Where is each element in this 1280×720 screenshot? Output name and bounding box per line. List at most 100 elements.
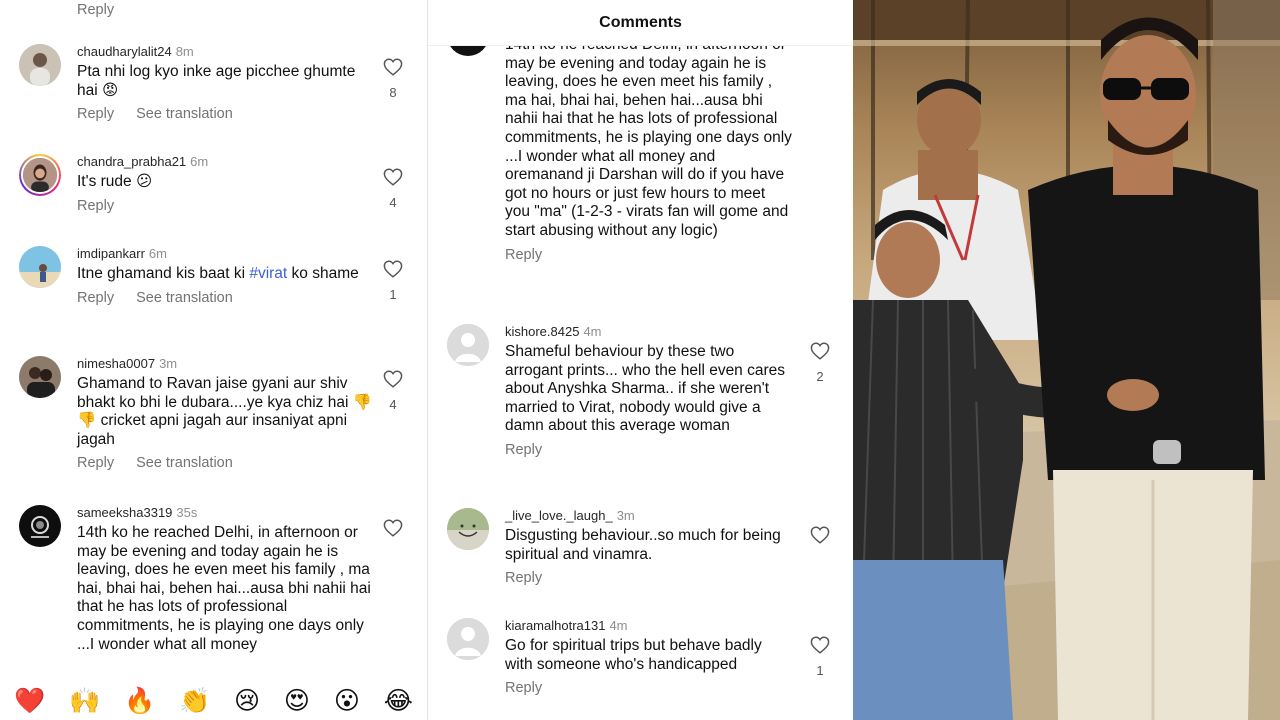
emoji-crying[interactable]: 😢	[234, 686, 260, 716]
heart-icon[interactable]	[383, 168, 403, 186]
avatar[interactable]	[447, 324, 489, 366]
page-title: Comments	[599, 14, 682, 31]
comments-header: Comments	[428, 0, 853, 46]
comment-username[interactable]: kiaramalhotra131	[505, 618, 605, 633]
comment-text: Disgusting behaviour..so much for being …	[505, 527, 781, 563]
comment-time: 3m	[616, 508, 635, 523]
comment-header: imdipankarr 6m	[77, 246, 373, 262]
comment-text: Ghamand to Ravan jaise gyani aur shiv bh…	[77, 375, 373, 448]
avatar[interactable]	[19, 356, 61, 398]
like-control: 8	[383, 58, 403, 100]
see-translation-button[interactable]: See translation	[136, 106, 233, 122]
comment-actions: Reply	[77, 197, 373, 215]
reply-button[interactable]: Reply	[505, 442, 542, 458]
see-translation-button[interactable]: See translation	[136, 455, 233, 471]
comments-panel-left: Reply chaudharylalit24 8m Pta nhi log kyo…	[0, 0, 425, 720]
comment-username[interactable]: imdipankarr	[77, 246, 145, 261]
comment-text: Shameful behaviour by these two arrogant…	[505, 343, 786, 435]
comment-time: 35s	[176, 505, 198, 520]
comment-text-part: ko shame	[287, 265, 359, 282]
comments-panel-middle: Comments 14th ko he reached Delhi, in af…	[427, 0, 853, 720]
emoji-heart[interactable]: ❤️	[14, 686, 45, 716]
like-count: 4	[389, 195, 397, 210]
comment-header: _live_love._laugh_ 3m	[505, 508, 793, 524]
heart-icon[interactable]	[810, 526, 830, 544]
comment-body: chaudharylalit24 8m Pta nhi log kyo inke …	[77, 44, 373, 123]
like-control	[810, 526, 830, 544]
avatar[interactable]	[19, 246, 61, 288]
avatar[interactable]	[19, 505, 61, 547]
reply-button[interactable]: Reply	[505, 680, 542, 696]
see-translation-button[interactable]: See translation	[136, 290, 233, 306]
reply-button[interactable]: Reply	[505, 570, 542, 586]
comment-time: 4m	[583, 324, 602, 339]
reply-button[interactable]: Reply	[77, 106, 114, 122]
comment-time: 6m	[190, 154, 209, 169]
comment-time: 3m	[159, 356, 178, 371]
comment-actions: Reply See translation	[77, 454, 373, 472]
emoji-fire[interactable]: 🔥	[124, 686, 155, 716]
hashtag-link[interactable]: #virat	[249, 265, 287, 282]
comment-body: kishore.8425 4m Shameful behaviour by the…	[505, 324, 793, 459]
comment-time: 8m	[175, 44, 194, 59]
comment-header: nimesha0007 3m	[77, 356, 373, 372]
emoji-clapping[interactable]: 👏	[179, 686, 210, 716]
like-count: 8	[389, 85, 397, 100]
avatar[interactable]	[19, 44, 61, 86]
reply-button[interactable]: Reply	[77, 455, 114, 471]
comment-actions: Reply	[505, 679, 793, 697]
comment-username[interactable]: kishore.8425	[505, 324, 579, 339]
like-count: 2	[816, 369, 824, 384]
default-avatar-icon	[447, 618, 489, 660]
comment-text: Pta nhi log kyo inke age picchee ghumte …	[77, 63, 356, 99]
comment-header: sameeksha3319 35s	[77, 505, 373, 521]
reply-button[interactable]: Reply	[505, 247, 542, 263]
reply-button[interactable]: Reply	[77, 198, 114, 214]
emoji-reaction-bar: ❤️ 🙌 🔥 👏 😢 😍 😮 😂	[0, 682, 425, 720]
comment-text: It's rude 😕	[77, 173, 153, 190]
like-count: 1	[816, 663, 824, 678]
avatar[interactable]	[19, 154, 61, 196]
comment-text-part: Itne ghamand kis baat ki	[77, 265, 250, 282]
heart-icon[interactable]	[810, 636, 830, 654]
avatar[interactable]	[447, 618, 489, 660]
comment-actions: Reply	[505, 441, 793, 459]
comment-header: chandra_prabha21 6m	[77, 154, 373, 170]
heart-icon[interactable]	[383, 260, 403, 278]
heart-icon[interactable]	[810, 342, 830, 360]
comment-body: kiaramalhotra131 4m Go for spiritual trip…	[505, 618, 793, 697]
comment-username[interactable]: sameeksha3319	[77, 505, 172, 520]
comment-text: Go for spiritual trips but behave badly …	[505, 637, 762, 673]
comment-body: chandra_prabha21 6m It's rude 😕 Reply	[77, 154, 373, 215]
comment-username[interactable]: chandra_prabha21	[77, 154, 186, 169]
comment-body: nimesha0007 3m Ghamand to Ravan jaise gya…	[77, 356, 373, 472]
like-control: 4	[383, 168, 403, 210]
airport-photo	[853, 0, 1280, 720]
heart-icon[interactable]	[383, 370, 403, 388]
comment-header: kishore.8425 4m	[505, 324, 793, 340]
comment-text: Itne ghamand kis baat ki #virat ko shame	[77, 265, 373, 284]
comment-body: imdipankarr 6m Itne ghamand kis baat ki #…	[77, 246, 373, 307]
reply-button[interactable]: Reply	[77, 2, 114, 18]
emoji-heart-eyes[interactable]: 😍	[284, 686, 310, 716]
avatar-photo	[23, 158, 57, 192]
heart-icon[interactable]	[383, 58, 403, 76]
avatar[interactable]	[447, 508, 489, 550]
like-count: 4	[389, 397, 397, 412]
comment-text: 14th ko he reached Delhi, in afternoon o…	[505, 36, 792, 239]
emoji-laughing[interactable]: 😂	[384, 686, 413, 716]
comment-text: 14th ko he reached Delhi, in afternoon o…	[77, 524, 371, 653]
comment-username[interactable]: chaudharylalit24	[77, 44, 172, 59]
comment-username[interactable]: nimesha0007	[77, 356, 155, 371]
emoji-raising-hands[interactable]: 🙌	[69, 686, 100, 716]
comment-body: _live_love._laugh_ 3m Disgusting behaviou…	[505, 508, 793, 587]
heart-icon[interactable]	[383, 519, 403, 537]
photo-illustration	[853, 0, 1280, 720]
like-control: 1	[810, 636, 830, 678]
avatar-photo	[19, 505, 61, 547]
like-control: 2	[810, 342, 830, 384]
comment-actions: Reply	[505, 569, 793, 587]
reply-button[interactable]: Reply	[77, 290, 114, 306]
comment-username[interactable]: _live_love._laugh_	[505, 508, 613, 523]
emoji-surprised[interactable]: 😮	[334, 686, 360, 716]
